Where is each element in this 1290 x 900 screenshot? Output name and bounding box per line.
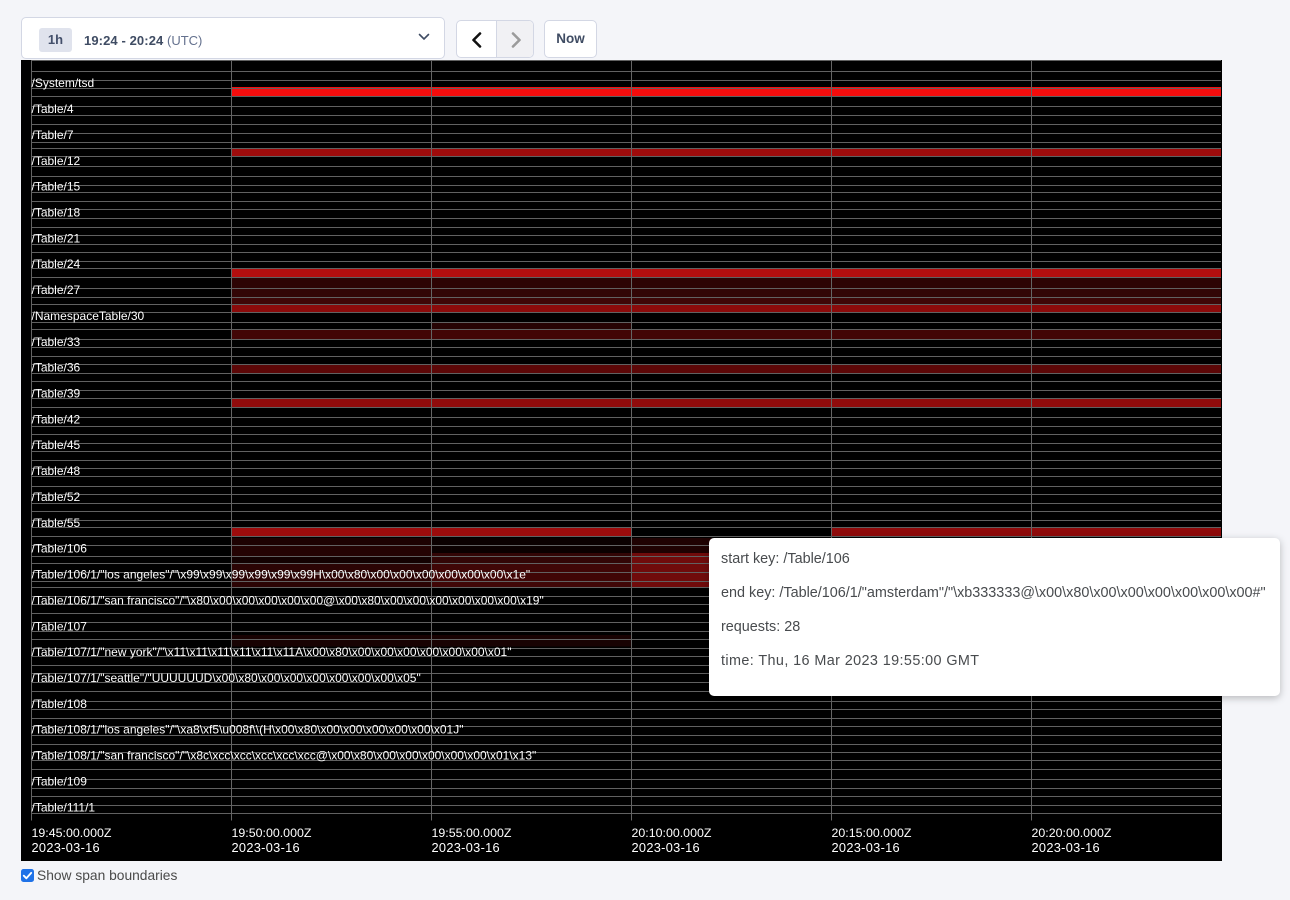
svg-text:2023-03-16: 2023-03-16 — [832, 840, 900, 855]
svg-text:/Table/52: /Table/52 — [32, 490, 81, 504]
svg-text:/Table/109: /Table/109 — [32, 774, 88, 788]
svg-text:/Table/107/1/"seattle"/"UUUUUU: /Table/107/1/"seattle"/"UUUUUUD\x00\x80\… — [32, 671, 421, 685]
svg-text:19:45:00.000Z: 19:45:00.000Z — [32, 826, 112, 840]
svg-text:19:55:00.000Z: 19:55:00.000Z — [432, 826, 512, 840]
svg-text:/Table/55: /Table/55 — [32, 516, 81, 530]
svg-text:/Table/106: /Table/106 — [32, 542, 88, 556]
svg-text:20:15:00.000Z: 20:15:00.000Z — [832, 826, 912, 840]
svg-text:/Table/42: /Table/42 — [32, 412, 81, 426]
svg-text:/Table/106/1/"los angeles"/"\x: /Table/106/1/"los angeles"/"\x99\x99\x99… — [32, 568, 531, 582]
svg-text:/Table/111/1: /Table/111/1 — [32, 800, 96, 814]
svg-text:/NamespaceTable/30: /NamespaceTable/30 — [32, 309, 145, 323]
svg-text:/Table/36: /Table/36 — [32, 361, 81, 375]
svg-text:20:20:00.000Z: 20:20:00.000Z — [1032, 826, 1112, 840]
svg-text:/Table/7: /Table/7 — [32, 128, 74, 142]
svg-text:/Table/24: /Table/24 — [32, 257, 81, 271]
svg-text:2023-03-16: 2023-03-16 — [32, 840, 100, 855]
svg-text:/Table/33: /Table/33 — [32, 335, 81, 349]
svg-text:/Table/106/1/"san francisco"/": /Table/106/1/"san francisco"/"\x80\x00\x… — [32, 593, 544, 607]
svg-text:/Table/108/1/"san francisco"/": /Table/108/1/"san francisco"/"\x8c\xcc\x… — [32, 749, 537, 763]
svg-text:/Table/21: /Table/21 — [32, 231, 81, 245]
svg-text:/Table/107: /Table/107 — [32, 619, 88, 633]
svg-text:19:50:00.000Z: 19:50:00.000Z — [232, 826, 312, 840]
svg-text:/Table/27: /Table/27 — [32, 283, 81, 297]
svg-text:2023-03-16: 2023-03-16 — [1032, 840, 1100, 855]
svg-text:20:10:00.000Z: 20:10:00.000Z — [632, 826, 712, 840]
svg-text:/System/tsd: /System/tsd — [32, 76, 95, 90]
svg-text:/Table/4: /Table/4 — [32, 102, 74, 116]
svg-text:/Table/48: /Table/48 — [32, 464, 81, 478]
svg-text:/Table/107/1/"new york"/"\x11\: /Table/107/1/"new york"/"\x11\x11\x11\x1… — [32, 645, 512, 659]
svg-text:/Table/108/1/"los angeles"/"\x: /Table/108/1/"los angeles"/"\xa8\xf5\u00… — [32, 723, 464, 737]
svg-text:2023-03-16: 2023-03-16 — [232, 840, 300, 855]
svg-text:/Table/45: /Table/45 — [32, 438, 81, 452]
svg-text:/Table/15: /Table/15 — [32, 180, 81, 194]
svg-text:/Table/12: /Table/12 — [32, 154, 81, 168]
svg-text:/Table/39: /Table/39 — [32, 387, 81, 401]
svg-text:/Table/108: /Table/108 — [32, 697, 88, 711]
svg-text:/Table/18: /Table/18 — [32, 206, 81, 220]
svg-text:2023-03-16: 2023-03-16 — [432, 840, 500, 855]
svg-text:2023-03-16: 2023-03-16 — [632, 840, 700, 855]
